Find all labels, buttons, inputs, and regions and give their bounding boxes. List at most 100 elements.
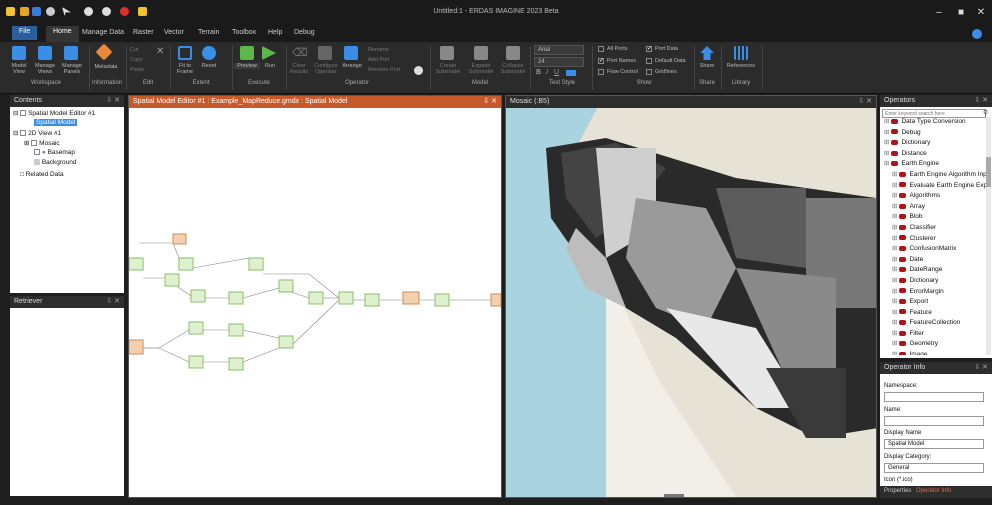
model-node[interactable] xyxy=(172,233,187,245)
manage-panels-icon[interactable] xyxy=(64,46,78,60)
expand-icon[interactable]: ⊞ xyxy=(884,139,889,146)
expand-icon[interactable]: ⊞ xyxy=(892,235,897,242)
model-node[interactable] xyxy=(129,257,144,271)
operator-item[interactable]: ⊞ Geometry xyxy=(882,339,986,350)
tree-item-editor[interactable]: ⊟ Spatial Model Editor #1 xyxy=(13,109,95,117)
close-panel-icon[interactable]: ⇩ ✕ xyxy=(974,363,988,371)
share-button[interactable]: Share xyxy=(696,63,718,69)
model-node[interactable] xyxy=(434,293,450,307)
run-button[interactable]: Run xyxy=(260,63,280,69)
operator-item[interactable]: ⊞ Image xyxy=(882,350,986,355)
fit-to-frame-button[interactable]: Fit to Frame xyxy=(172,63,198,75)
model-node[interactable] xyxy=(178,257,194,271)
tab-vector[interactable]: Vector xyxy=(164,29,184,36)
delete-icon[interactable]: ✕ xyxy=(156,46,164,57)
gridlines-checkbox[interactable] xyxy=(646,69,652,75)
operator-item[interactable]: ⊞ Dictionary xyxy=(882,276,986,287)
paste-button[interactable]: Paste xyxy=(130,67,144,73)
operator-item[interactable]: ⊞ Earth Engine xyxy=(882,159,986,170)
expand-icon[interactable]: ⊞ xyxy=(892,298,897,305)
expand-icon[interactable]: ⊞ xyxy=(884,160,889,167)
font-name-select[interactable]: Arial xyxy=(534,45,584,55)
collapse-submodel-button[interactable]: Collapse Submodel xyxy=(497,63,529,75)
scroll-thumb[interactable] xyxy=(664,494,684,497)
model-node[interactable] xyxy=(228,291,244,305)
cut-button[interactable]: Cut xyxy=(130,47,139,53)
arrange-icon[interactable] xyxy=(344,46,358,60)
copy-button[interactable]: Copy xyxy=(130,57,143,63)
expand-icon[interactable]: ⊞ xyxy=(884,118,889,125)
model-view-icon[interactable] xyxy=(12,46,26,60)
run-icon[interactable] xyxy=(262,46,276,60)
preview-icon[interactable] xyxy=(240,46,254,60)
italic-icon[interactable]: I xyxy=(546,69,548,76)
operator-item[interactable]: ⊞ Distance xyxy=(882,149,986,160)
model-node[interactable] xyxy=(228,323,244,337)
operator-item[interactable]: ⊞ Algorithms xyxy=(882,191,986,202)
maximize-button[interactable]: ■ xyxy=(952,5,970,21)
operator-item[interactable]: ⊞ FeatureCollection xyxy=(882,318,986,329)
operator-item[interactable]: ⊞ Clusterer xyxy=(882,234,986,245)
manage-panels-button[interactable]: Manage Panels xyxy=(58,63,86,75)
model-node[interactable] xyxy=(364,293,380,307)
port-names-checkbox[interactable]: ✓ xyxy=(598,58,604,64)
namespace-field[interactable] xyxy=(884,392,984,402)
operator-item[interactable]: ⊞ Classifier xyxy=(882,223,986,234)
display-category-field[interactable]: General xyxy=(884,463,984,473)
underline-icon[interactable]: U xyxy=(554,69,559,76)
expand-submodel-button[interactable]: Expand Submodel xyxy=(465,63,497,75)
operator-item[interactable]: ⊞ Feature xyxy=(882,308,986,319)
operator-item[interactable]: ⊞ Data Type Conversion xyxy=(882,117,986,128)
tab-file[interactable]: File xyxy=(12,26,38,40)
name-field[interactable] xyxy=(884,416,984,426)
model-node[interactable] xyxy=(248,257,264,271)
operator-item[interactable]: ⊞ Blob xyxy=(882,212,986,223)
mosaic-image[interactable] xyxy=(506,108,877,498)
arrange-button[interactable]: Arrange xyxy=(340,63,364,69)
operator-list[interactable]: ⊞ Data Type Conversion ⊞ Debug ⊞ Dictionary ⊞ D… xyxy=(882,117,986,355)
close-panel-icon[interactable]: ⇩ ✕ xyxy=(483,97,497,105)
search-icon[interactable]: ⚲ xyxy=(983,109,988,117)
clear-results-button[interactable]: Clear Results xyxy=(286,63,312,75)
operator-item[interactable]: ⊞ Date xyxy=(882,255,986,266)
expand-icon[interactable]: ⊞ xyxy=(892,330,897,337)
model-node[interactable] xyxy=(164,273,180,287)
tab-operator-info[interactable]: Operator Info xyxy=(916,488,951,494)
tree-item-basemap[interactable]: ● Basemap xyxy=(34,149,75,156)
model-node[interactable] xyxy=(190,289,206,303)
model-node[interactable] xyxy=(278,335,294,349)
model-node[interactable] xyxy=(308,291,324,305)
expand-icon[interactable]: ⊞ xyxy=(892,277,897,284)
close-panel-icon[interactable]: ⇩ ✕ xyxy=(106,297,120,305)
display-name-field[interactable]: Spatial Model xyxy=(884,439,984,449)
expand-icon[interactable]: ⊞ xyxy=(884,150,889,157)
configure-operator-button[interactable]: Configure Operator xyxy=(312,63,340,75)
expand-icon[interactable]: ⊞ xyxy=(892,203,897,210)
operator-item[interactable]: ⊞ Export xyxy=(882,297,986,308)
preview-button[interactable]: Preview xyxy=(234,63,260,69)
expand-icon[interactable]: ⊞ xyxy=(892,256,897,263)
references-icon[interactable] xyxy=(734,46,748,60)
model-node[interactable] xyxy=(188,355,204,369)
tab-toolbox[interactable]: Toolbox xyxy=(232,29,256,36)
model-node[interactable] xyxy=(490,293,501,307)
clear-results-icon[interactable]: ⌫ xyxy=(292,46,308,59)
model-view-button[interactable]: Model View xyxy=(6,63,32,75)
operator-item[interactable]: ⊞ ErrorMargin xyxy=(882,287,986,298)
collapse-submodel-icon[interactable] xyxy=(506,46,520,60)
model-node[interactable] xyxy=(129,339,144,355)
minimize-button[interactable]: – xyxy=(930,5,948,21)
scroll-thumb[interactable] xyxy=(986,157,991,187)
model-canvas[interactable] xyxy=(129,108,501,498)
scrollbar[interactable] xyxy=(986,117,991,355)
share-icon[interactable] xyxy=(700,46,714,60)
flow-control-checkbox[interactable] xyxy=(598,69,604,75)
tree-item-spatial-model[interactable]: Spatial Model xyxy=(34,119,78,126)
expand-icon[interactable]: ⊞ xyxy=(892,351,897,355)
manage-views-button[interactable]: Manage Views xyxy=(32,63,58,75)
operator-item[interactable]: ⊞ Array xyxy=(882,202,986,213)
manage-views-icon[interactable] xyxy=(38,46,52,60)
close-button[interactable]: ✕ xyxy=(972,5,990,21)
port-data-checkbox[interactable]: ✓ xyxy=(646,46,652,52)
rename-button[interactable]: Rename xyxy=(368,47,389,53)
